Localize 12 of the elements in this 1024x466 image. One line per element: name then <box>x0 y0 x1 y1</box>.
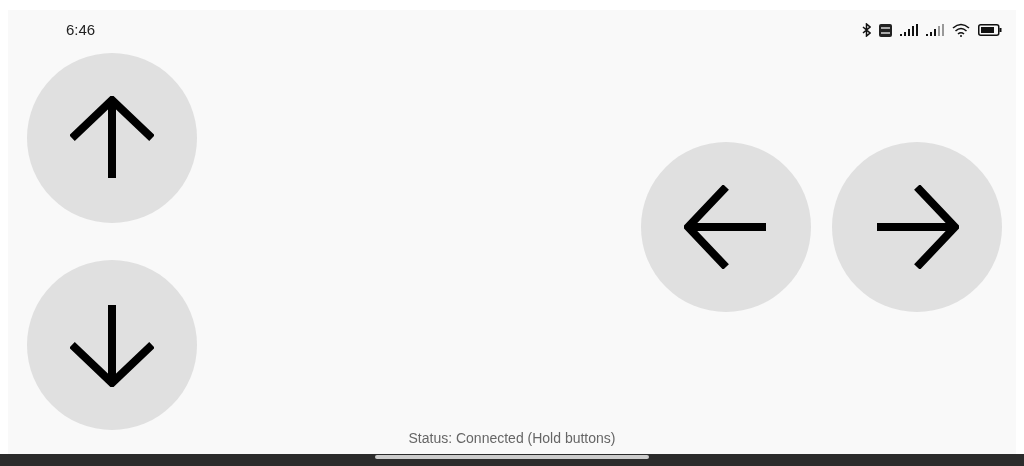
right-arrow-icon <box>875 184 959 269</box>
left-arrow-icon <box>684 184 768 269</box>
up-arrow-icon <box>70 96 154 180</box>
down-arrow-icon <box>70 303 154 387</box>
bluetooth-icon <box>862 23 871 37</box>
volte-icon <box>879 23 892 37</box>
status-text: Status: Connected (Hold buttons) <box>407 430 617 448</box>
wifi-icon <box>952 23 970 37</box>
signal-icon <box>900 24 918 36</box>
battery-icon <box>978 24 1002 36</box>
signal-icon <box>926 24 944 36</box>
clock-time: 6:46 <box>66 19 96 40</box>
